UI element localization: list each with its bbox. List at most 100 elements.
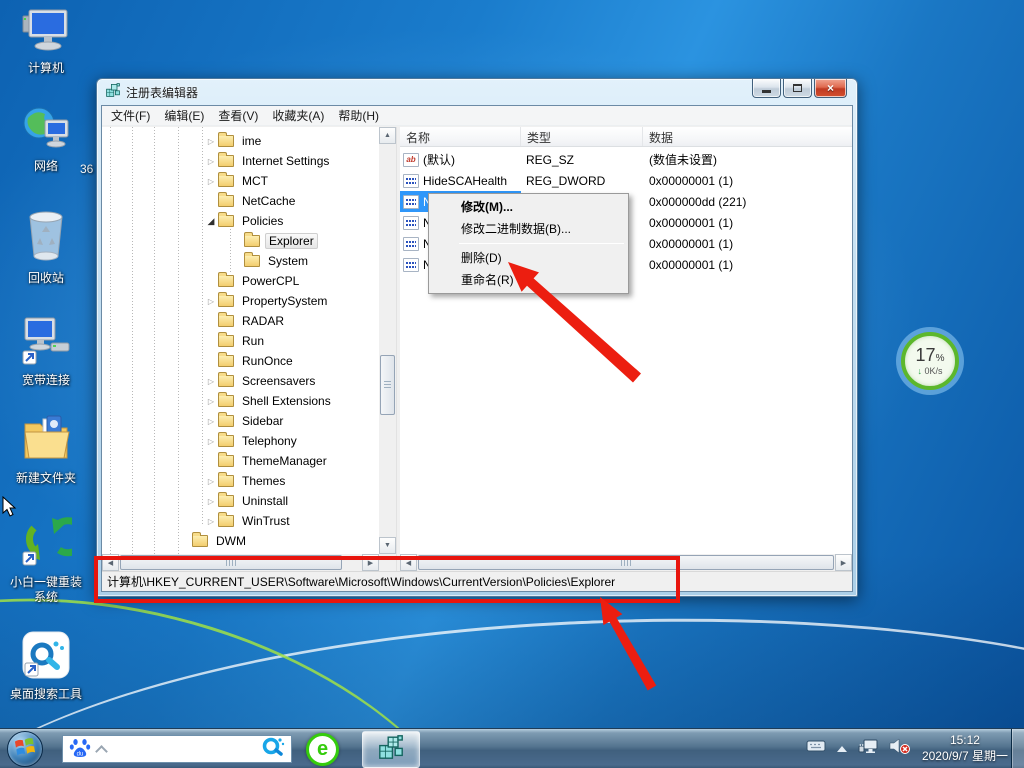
close-icon: × bbox=[827, 81, 834, 95]
expander-icon[interactable]: ▷ bbox=[204, 377, 218, 386]
tree-item[interactable]: ▷ MCT bbox=[102, 171, 379, 191]
tree-item[interactable]: ▷ Internet Settings bbox=[102, 151, 379, 171]
menu-file[interactable]: 文件(F) bbox=[104, 105, 157, 126]
column-header-data[interactable]: 数据 bbox=[643, 127, 852, 146]
menu-help[interactable]: 帮助(H) bbox=[331, 105, 386, 126]
tree-item[interactable]: ▷ Telephony bbox=[102, 431, 379, 451]
browser-taskbar-button[interactable]: e bbox=[306, 733, 339, 766]
scroll-up-icon[interactable]: ▲ bbox=[379, 127, 396, 144]
tree-item[interactable]: ◢ Policies bbox=[102, 211, 379, 231]
taskbar-search-box[interactable]: du bbox=[62, 735, 292, 763]
tree-item[interactable]: DWM bbox=[102, 531, 379, 551]
value-data: 0x00000001 (1) bbox=[643, 174, 852, 188]
reinstall-arrows-icon bbox=[20, 514, 72, 573]
tree-item-label: Shell Extensions bbox=[239, 393, 334, 409]
desktop-icon-broadband[interactable]: 宽带连接 bbox=[0, 316, 92, 388]
desktop-icon-xiaobai-reinstall[interactable]: 小白一键重装系统 bbox=[0, 514, 92, 605]
context-menu-rename[interactable]: 重命名(R) bbox=[431, 269, 626, 291]
tree-item[interactable]: NetCache bbox=[102, 191, 379, 211]
expander-icon[interactable]: ▷ bbox=[204, 497, 218, 506]
tree-item-label: Policies bbox=[239, 213, 286, 229]
title-bar[interactable]: 注册表编辑器 bbox=[97, 79, 857, 105]
tree-item[interactable]: ▷ ime bbox=[102, 131, 379, 151]
expander-icon[interactable]: ▷ bbox=[204, 437, 218, 446]
close-button[interactable]: × bbox=[814, 79, 847, 98]
chevron-up-icon[interactable] bbox=[95, 745, 108, 758]
green-e-icon: e bbox=[317, 738, 328, 761]
tree-item[interactable]: ▷ Shell Extensions bbox=[102, 391, 379, 411]
desktop-icon-network[interactable]: 网络 bbox=[0, 104, 92, 174]
maximize-button[interactable] bbox=[783, 79, 812, 98]
tree-item[interactable]: ThemeManager bbox=[102, 451, 379, 471]
tree-item-label: Uninstall bbox=[239, 493, 291, 509]
show-hidden-icons-icon[interactable] bbox=[837, 746, 847, 752]
maximize-icon bbox=[793, 84, 802, 92]
network-tray-icon[interactable] bbox=[858, 738, 878, 759]
minimize-button[interactable] bbox=[752, 79, 781, 98]
tree-item[interactable]: System bbox=[102, 251, 379, 271]
tree-item[interactable]: ▷ Themes bbox=[102, 471, 379, 491]
desktop-icon-desktop-search[interactable]: 桌面搜索工具 bbox=[0, 630, 92, 702]
context-menu-delete[interactable]: 删除(D) bbox=[431, 247, 626, 269]
tree-item[interactable]: ▷ Uninstall bbox=[102, 491, 379, 511]
show-desktop-button[interactable] bbox=[1011, 729, 1024, 768]
expander-icon[interactable]: ◢ bbox=[204, 216, 218, 227]
value-type: REG_SZ bbox=[521, 153, 643, 167]
column-header-type[interactable]: 类型 bbox=[521, 127, 643, 146]
menu-view[interactable]: 查看(V) bbox=[211, 105, 265, 126]
baidu-icon: du bbox=[69, 737, 91, 762]
expander-icon[interactable]: ▷ bbox=[204, 417, 218, 426]
value-type: REG_DWORD bbox=[521, 174, 643, 188]
scroll-down-icon[interactable]: ▼ bbox=[379, 537, 396, 554]
expander-icon[interactable]: ▷ bbox=[204, 157, 218, 166]
volume-muted-icon[interactable] bbox=[889, 738, 911, 759]
tree-vertical-scrollbar[interactable]: ▲ ▼ bbox=[379, 127, 396, 554]
column-header-name[interactable]: 名称 bbox=[400, 127, 521, 146]
tree-item[interactable]: RADAR bbox=[102, 311, 379, 331]
context-menu-modify-binary[interactable]: 修改二进制数据(B)... bbox=[431, 218, 626, 240]
expander-icon[interactable]: ▷ bbox=[204, 397, 218, 406]
context-menu-modify[interactable]: 修改(M)... bbox=[431, 196, 626, 218]
tree-item[interactable]: ▷ PropertySystem bbox=[102, 291, 379, 311]
registry-value-row[interactable]: ab (默认) REG_SZ (数值未设置) bbox=[400, 149, 852, 170]
value-type-icon bbox=[403, 174, 419, 188]
scrollbar-thumb[interactable] bbox=[380, 355, 395, 415]
menu-edit[interactable]: 编辑(E) bbox=[157, 105, 211, 126]
keyboard-input-icon[interactable] bbox=[806, 739, 826, 758]
taskbar-clock[interactable]: 15:12 2020/9/7 星期一 bbox=[922, 733, 1008, 764]
value-name-cell[interactable]: ab (默认) bbox=[400, 149, 521, 170]
registry-app-icon bbox=[105, 82, 121, 103]
expander-icon[interactable]: ▷ bbox=[204, 517, 218, 526]
tree-item[interactable]: PowerCPL bbox=[102, 271, 379, 291]
folder-icon bbox=[218, 155, 234, 167]
value-type-icon bbox=[403, 237, 419, 251]
window-title: 注册表编辑器 bbox=[126, 84, 198, 101]
tree-item[interactable]: ▷ Screensavers bbox=[102, 371, 379, 391]
value-data: 0x000000dd (221) bbox=[643, 195, 852, 209]
search-q-logo-icon[interactable] bbox=[261, 735, 285, 764]
desktop-icon-computer[interactable]: 计算机 bbox=[0, 8, 92, 76]
folder-icon bbox=[218, 315, 234, 327]
tree-item[interactable]: RunOnce bbox=[102, 351, 379, 371]
expander-icon[interactable]: ▷ bbox=[204, 477, 218, 486]
start-button[interactable] bbox=[7, 731, 43, 767]
scroll-right-icon[interactable]: ▶ bbox=[835, 554, 852, 571]
expander-icon[interactable]: ▷ bbox=[204, 297, 218, 306]
desktop-icon-recycle-bin[interactable]: 回收站 bbox=[0, 208, 92, 286]
annotation-highlight-rectangle bbox=[94, 556, 680, 603]
net-speed-widget[interactable]: 17% ↓ 0K/s bbox=[901, 332, 959, 390]
registry-app-icon bbox=[377, 733, 405, 766]
expander-icon[interactable]: ▷ bbox=[204, 137, 218, 146]
system-tray: 15:12 2020/9/7 星期一 bbox=[806, 729, 1008, 768]
desktop-icon-new-folder[interactable]: 新建文件夹 bbox=[0, 414, 92, 486]
tree-item[interactable]: ▷ Sidebar bbox=[102, 411, 379, 431]
expander-icon[interactable]: ▷ bbox=[204, 177, 218, 186]
tree-item[interactable]: Explorer bbox=[102, 231, 379, 251]
registry-value-row[interactable]: HideSCAHealth REG_DWORD 0x00000001 (1) bbox=[400, 170, 852, 191]
tree-item[interactable]: Run bbox=[102, 331, 379, 351]
tree-item[interactable]: ▷ WinTrust bbox=[102, 511, 379, 531]
registry-editor-taskbar-button[interactable] bbox=[362, 731, 420, 768]
value-name-cell[interactable]: HideSCAHealth bbox=[400, 170, 521, 191]
menu-favorites[interactable]: 收藏夹(A) bbox=[265, 105, 331, 126]
network-icon bbox=[20, 104, 72, 157]
